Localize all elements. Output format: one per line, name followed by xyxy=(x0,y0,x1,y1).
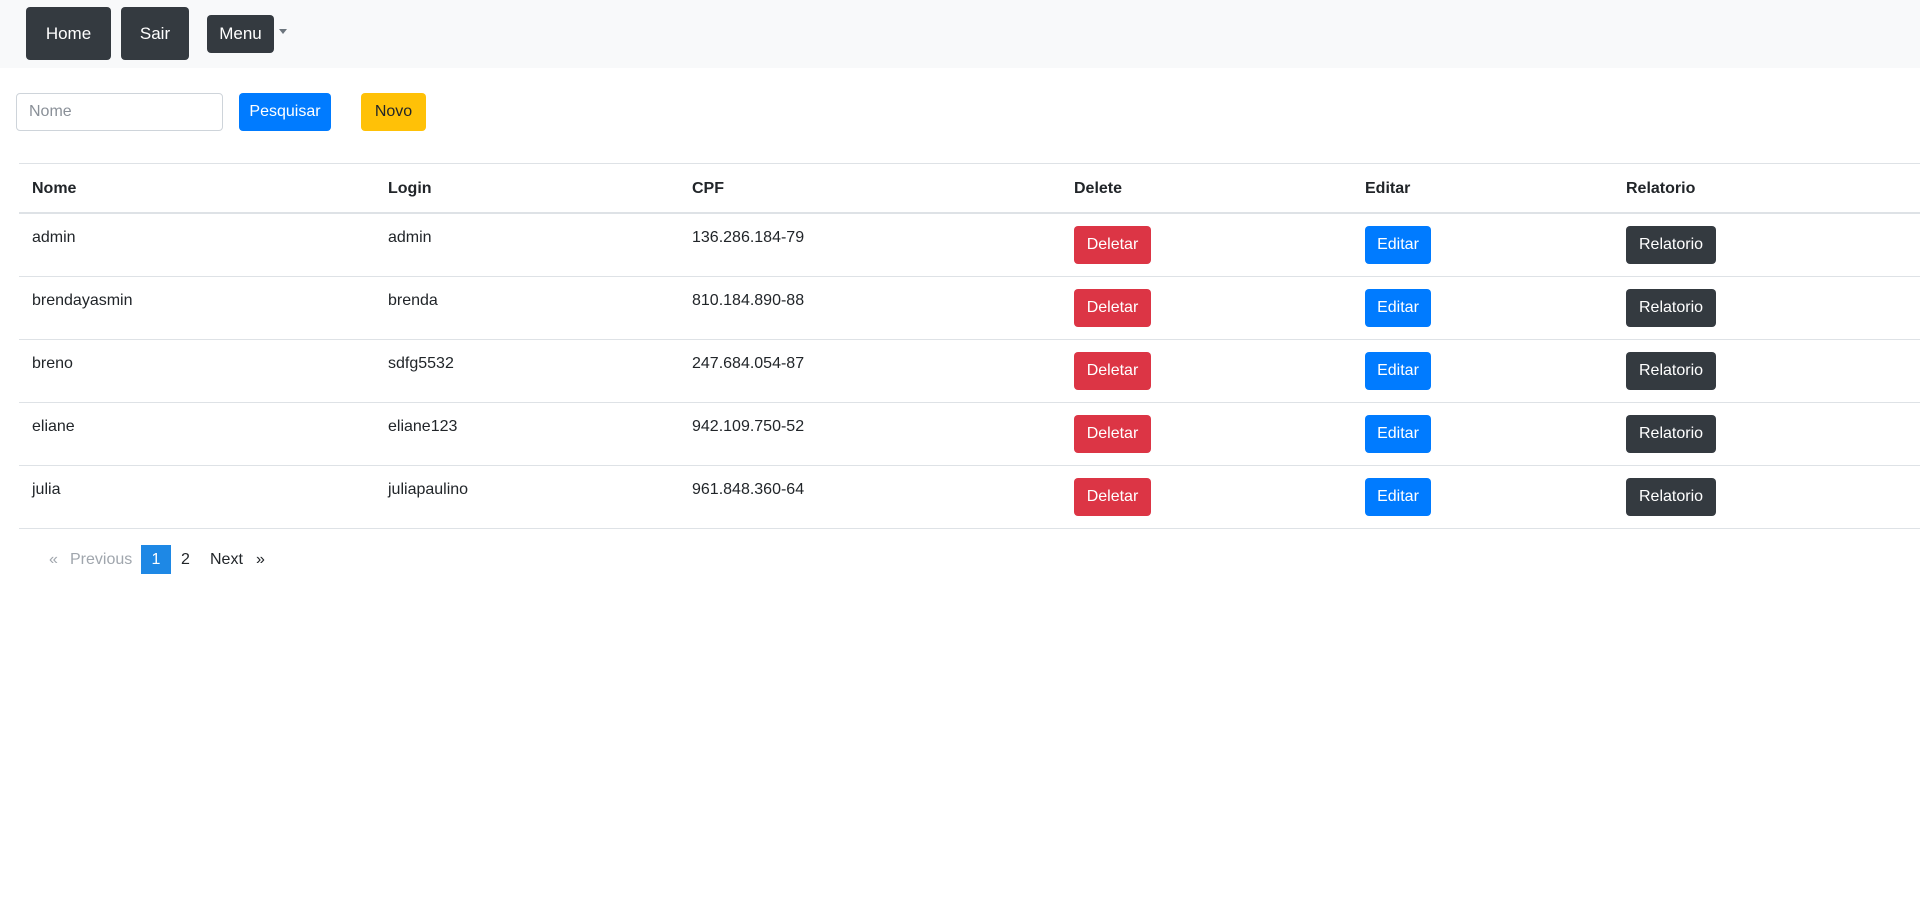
cell-nome: eliane xyxy=(32,418,75,435)
cell-login: admin xyxy=(388,229,432,246)
cell-cpf: 942.109.750-52 xyxy=(692,418,805,435)
delete-button[interactable]: Deletar xyxy=(1074,289,1151,327)
menu-dropdown-button[interactable]: Menu xyxy=(207,15,274,53)
edit-button[interactable]: Editar xyxy=(1365,478,1431,516)
delete-button[interactable]: Deletar xyxy=(1074,352,1151,390)
page-link-1[interactable]: 1 xyxy=(141,545,171,574)
cell-cpf: 247.684.054-87 xyxy=(692,355,805,372)
table-header: Nome Login CPF Delete Editar Relatorio xyxy=(19,163,1920,214)
header-delete: Delete xyxy=(1074,180,1123,197)
cell-login: eliane123 xyxy=(388,418,458,435)
cell-nome: julia xyxy=(32,481,61,498)
new-button[interactable]: Novo xyxy=(361,93,426,131)
table-row: breno sdfg5532 247.684.054-87 Deletar Ed… xyxy=(19,340,1920,403)
report-button[interactable]: Relatorio xyxy=(1626,289,1716,327)
edit-button[interactable]: Editar xyxy=(1365,415,1431,453)
sair-button[interactable]: Sair xyxy=(121,7,189,60)
search-button[interactable]: Pesquisar xyxy=(239,93,331,131)
home-button[interactable]: Home xyxy=(26,7,111,60)
table-row: brendayasmin brenda 810.184.890-88 Delet… xyxy=(19,277,1920,340)
edit-button[interactable]: Editar xyxy=(1365,352,1431,390)
delete-button[interactable]: Deletar xyxy=(1074,415,1151,453)
cell-cpf: 961.848.360-64 xyxy=(692,481,805,498)
report-button[interactable]: Relatorio xyxy=(1626,352,1716,390)
cell-nome: brendayasmin xyxy=(32,292,133,309)
edit-button[interactable]: Editar xyxy=(1365,289,1431,327)
header-cpf: CPF xyxy=(692,180,724,197)
header-nome: Nome xyxy=(32,180,77,197)
header-login: Login xyxy=(388,180,432,197)
caret-down-icon[interactable] xyxy=(279,29,287,34)
cell-login: juliapaulino xyxy=(388,481,469,498)
delete-button[interactable]: Deletar xyxy=(1074,478,1151,516)
next-page-link[interactable]: Next xyxy=(210,545,243,574)
report-button[interactable]: Relatorio xyxy=(1626,415,1716,453)
users-table: Nome Login CPF Delete Editar Relatorio a… xyxy=(19,163,1920,529)
table-row: admin admin 136.286.184-79 Deletar Edita… xyxy=(19,214,1920,277)
edit-button[interactable]: Editar xyxy=(1365,226,1431,264)
cell-login: sdfg5532 xyxy=(388,355,454,372)
cell-nome: admin xyxy=(32,229,76,246)
last-page-arrow-icon[interactable]: » xyxy=(256,545,265,574)
cell-cpf: 810.184.890-88 xyxy=(692,292,805,309)
table-row: eliane eliane123 942.109.750-52 Deletar … xyxy=(19,403,1920,466)
header-editar: Editar xyxy=(1365,180,1411,197)
delete-button[interactable]: Deletar xyxy=(1074,226,1151,264)
report-button[interactable]: Relatorio xyxy=(1626,226,1716,264)
header-relatorio: Relatorio xyxy=(1626,180,1696,197)
cell-login: brenda xyxy=(388,292,438,309)
page-link-2[interactable]: 2 xyxy=(181,545,190,574)
cell-cpf: 136.286.184-79 xyxy=(692,229,805,246)
table-row: julia juliapaulino 961.848.360-64 Deleta… xyxy=(19,466,1920,529)
search-input[interactable] xyxy=(16,93,223,131)
cell-nome: breno xyxy=(32,355,73,372)
first-page-arrow-icon: « xyxy=(49,551,58,568)
previous-page-link: Previous xyxy=(70,551,133,568)
top-navbar: Home Sair Menu xyxy=(0,0,1920,68)
report-button[interactable]: Relatorio xyxy=(1626,478,1716,516)
